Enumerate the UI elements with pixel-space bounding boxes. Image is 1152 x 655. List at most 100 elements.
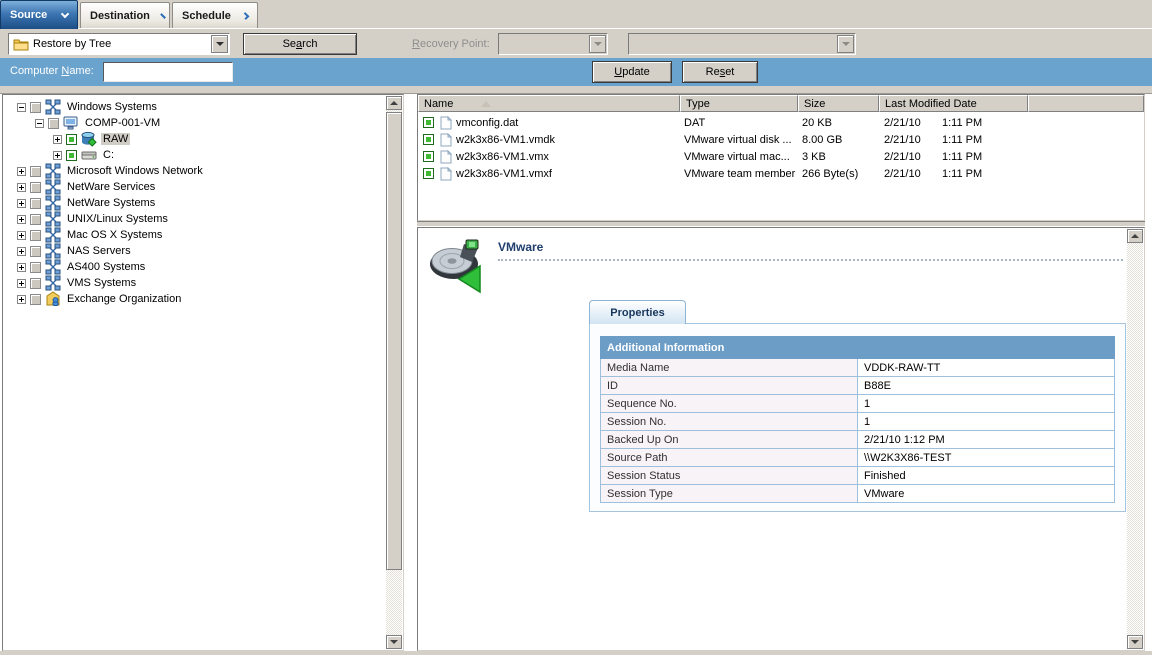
property-value: 2/21/10 1:12 PM xyxy=(858,431,1115,449)
expand-icon[interactable] xyxy=(53,135,62,144)
tree-checkbox[interactable] xyxy=(30,102,41,113)
tab-properties[interactable]: Properties xyxy=(589,300,686,324)
tree-item-unix-linux-systems[interactable]: UNIX/Linux Systems xyxy=(5,211,385,227)
collapse-icon[interactable] xyxy=(17,103,26,112)
file-type: VMware virtual mac... xyxy=(684,151,790,163)
column-header-name[interactable]: Name xyxy=(418,95,680,112)
expand-icon[interactable] xyxy=(17,183,26,192)
tab-source[interactable]: Source xyxy=(0,0,78,29)
property-value: 1 xyxy=(858,395,1115,413)
tree-item-label[interactable]: NetWare Systems xyxy=(65,197,157,209)
tree-checkbox[interactable] xyxy=(30,246,41,257)
column-header-last-modified-date[interactable]: Last Modified Date xyxy=(879,95,1028,112)
tree-checkbox[interactable] xyxy=(30,182,41,193)
tree-item-label[interactable]: C: xyxy=(101,149,116,161)
tree-item-exchange-organization[interactable]: Exchange Organization xyxy=(5,291,385,307)
tree-checkbox[interactable] xyxy=(30,262,41,273)
tree-item-microsoft-windows-network[interactable]: Microsoft Windows Network xyxy=(5,163,385,179)
scroll-up-button[interactable] xyxy=(386,96,402,110)
tree-item-label[interactable]: Exchange Organization xyxy=(65,293,183,305)
tree-scrollbar[interactable] xyxy=(386,96,402,649)
file-type: VMware team member xyxy=(684,168,795,180)
tree-item-label[interactable]: VMS Systems xyxy=(65,277,138,289)
expand-icon[interactable] xyxy=(17,279,26,288)
sort-ascending-icon xyxy=(481,101,491,107)
file-row-vmconfig[interactable]: vmconfig.dat DAT 20 KB 2/21/10 1:11 PM xyxy=(418,115,1144,132)
tree-item-as400-systems[interactable]: AS400 Systems xyxy=(5,259,385,275)
tab-destination[interactable]: Destination xyxy=(80,2,170,28)
tree-item-label[interactable]: NetWare Services xyxy=(65,181,157,193)
tree-item-label[interactable]: NAS Servers xyxy=(65,245,133,257)
tree-item-label[interactable]: Microsoft Windows Network xyxy=(65,165,205,177)
tree-item-windows-systems[interactable]: Windows Systems xyxy=(5,99,385,115)
file-checkbox[interactable] xyxy=(423,151,434,162)
file-row-vmdk[interactable]: w2k3x86-VM1.vmdk VMware virtual disk ...… xyxy=(418,132,1144,149)
tree-item-vms-systems[interactable]: VMS Systems xyxy=(5,275,385,291)
section-header-row: Additional Information xyxy=(601,337,1115,359)
file-date: 2/21/10 xyxy=(884,168,921,180)
expand-icon[interactable] xyxy=(17,263,26,272)
tree-item-label[interactable]: COMP-001-VM xyxy=(83,117,162,129)
scroll-down-button[interactable] xyxy=(386,635,402,649)
tree-checkbox[interactable] xyxy=(66,134,77,145)
tree-item-raw[interactable]: RAW xyxy=(5,131,385,147)
network-icon xyxy=(45,179,61,195)
tree-item-mac-os-x-systems[interactable]: Mac OS X Systems xyxy=(5,227,385,243)
collapse-icon[interactable] xyxy=(35,119,44,128)
file-time: 1:11 PM xyxy=(942,151,982,163)
tree-checkbox[interactable] xyxy=(48,118,59,129)
column-header-empty[interactable] xyxy=(1028,95,1144,112)
file-checkbox[interactable] xyxy=(423,168,434,179)
tree-item-nas-servers[interactable]: NAS Servers xyxy=(5,243,385,259)
expand-icon[interactable] xyxy=(17,295,26,304)
scrollbar-track[interactable] xyxy=(1127,229,1143,649)
expand-icon[interactable] xyxy=(17,167,26,176)
tree-item-comp-001-vm[interactable]: COMP-001-VM xyxy=(5,115,385,131)
file-row-vmxf[interactable]: w2k3x86-VM1.vmxf VMware team member 266 … xyxy=(418,166,1144,183)
file-type: DAT xyxy=(684,117,705,129)
column-header-type[interactable]: Type xyxy=(680,95,798,112)
restore-mode-select[interactable]: Restore by Tree xyxy=(8,33,230,55)
tree-item-label[interactable]: RAW xyxy=(101,133,130,145)
tree-checkbox[interactable] xyxy=(30,278,41,289)
dropdown-arrow-icon xyxy=(216,42,224,46)
tree-checkbox[interactable] xyxy=(30,198,41,209)
tree-item-netware-systems[interactable]: NetWare Systems xyxy=(5,195,385,211)
tab-schedule[interactable]: Schedule xyxy=(172,2,258,28)
scrollbar-thumb[interactable] xyxy=(386,112,402,570)
wizard-tab-bar: Source Destination Schedule xyxy=(0,0,1152,29)
property-value: \\W2K3X86-TEST xyxy=(858,449,1115,467)
properties-scrollbar[interactable] xyxy=(1127,229,1143,649)
property-label: Session Type xyxy=(601,485,858,503)
tree-checkbox[interactable] xyxy=(30,294,41,305)
file-checkbox[interactable] xyxy=(423,117,434,128)
scroll-up-button[interactable] xyxy=(1127,229,1143,243)
file-row-vmx[interactable]: w2k3x86-VM1.vmx VMware virtual mac... 3 … xyxy=(418,149,1144,166)
tree-item-label[interactable]: AS400 Systems xyxy=(65,261,147,273)
expand-icon[interactable] xyxy=(17,231,26,240)
property-value: 1 xyxy=(858,413,1115,431)
column-header-size[interactable]: Size xyxy=(798,95,879,112)
file-checkbox[interactable] xyxy=(423,134,434,145)
file-size: 8.00 GB xyxy=(802,134,842,146)
expand-icon[interactable] xyxy=(17,199,26,208)
tree-item-netware-services[interactable]: NetWare Services xyxy=(5,179,385,195)
computer-name-input[interactable] xyxy=(103,62,233,82)
properties-panel: Additional Information Media Name VDDK-R… xyxy=(589,323,1126,512)
tree-checkbox[interactable] xyxy=(30,230,41,241)
tree-item-label[interactable]: UNIX/Linux Systems xyxy=(65,213,170,225)
expand-icon[interactable] xyxy=(17,215,26,224)
search-button[interactable]: Search xyxy=(243,33,357,55)
tree-checkbox[interactable] xyxy=(30,214,41,225)
dropdown-arrow-button[interactable] xyxy=(211,35,228,53)
reset-button[interactable]: Reset xyxy=(682,61,758,83)
expand-icon[interactable] xyxy=(53,151,62,160)
update-button[interactable]: Update xyxy=(592,61,672,83)
expand-icon[interactable] xyxy=(17,247,26,256)
tree-item-label[interactable]: Windows Systems xyxy=(65,101,159,113)
tree-checkbox[interactable] xyxy=(66,150,77,161)
scroll-down-button[interactable] xyxy=(1127,635,1143,649)
tree-item-c-drive[interactable]: C: xyxy=(5,147,385,163)
tree-item-label[interactable]: Mac OS X Systems xyxy=(65,229,164,241)
tree-checkbox[interactable] xyxy=(30,166,41,177)
